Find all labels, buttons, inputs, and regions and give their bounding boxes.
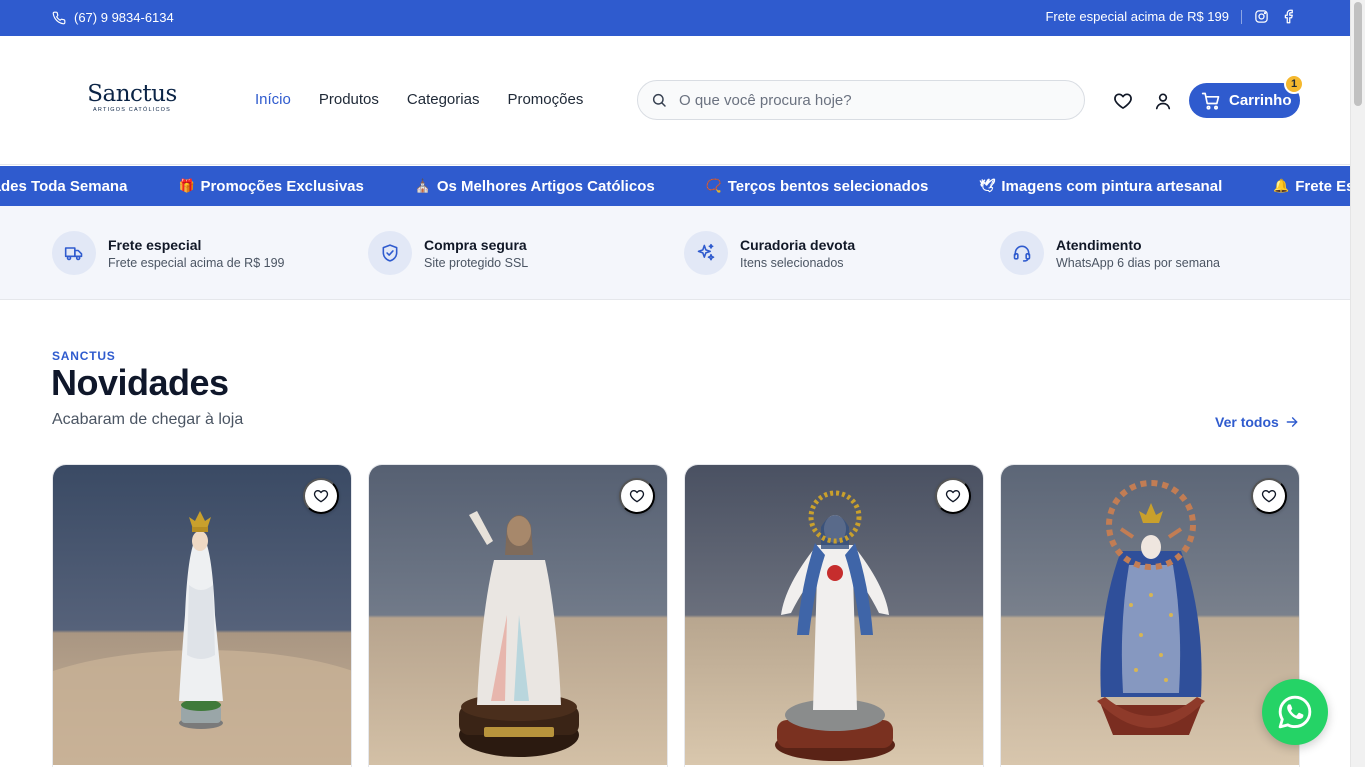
marquee-item: Novidades Toda Semana (0, 178, 127, 195)
feature-subtitle: Frete especial acima de R$ 199 (108, 255, 285, 270)
product-image-fatima (53, 465, 351, 765)
feature-title: Frete especial (108, 236, 202, 253)
nav-inicio[interactable]: Início (255, 91, 291, 108)
phone-number: (67) 9 9834-6134 (74, 10, 174, 25)
marquee-track: Novidades Toda Semana 🎁 Promoções Exclus… (0, 166, 1350, 206)
marquee-item: ⛪ Os Melhores Artigos Católicos (415, 178, 655, 195)
product-card[interactable] (684, 464, 984, 767)
heart-icon (313, 490, 329, 503)
instagram-icon (1255, 10, 1268, 23)
marquee-item: 🎁 Promoções Exclusivas (178, 178, 363, 195)
favorite-button[interactable] (303, 478, 339, 514)
feature-title: Curadoria devota (740, 236, 856, 253)
feature-subtitle: Itens selecionados (740, 255, 844, 270)
cart-button[interactable]: Carrinho 1 (1189, 74, 1304, 118)
search-input[interactable] (679, 91, 1059, 109)
marquee-text: Frete Especial (1295, 177, 1350, 195)
feature-icon-circle (52, 231, 96, 275)
section-title: Novidades (51, 362, 229, 403)
feature-title: Compra segura (424, 236, 527, 253)
top-bar: (67) 9 9834-6134 Frete especial acima de… (0, 0, 1350, 36)
marquee-text: Novidades Toda Semana (0, 177, 128, 195)
page: (67) 9 9834-6134 Frete especial acima de… (0, 0, 1365, 767)
feature-icon-circle (684, 231, 728, 275)
feature-subtitle: Site protegido SSL (424, 255, 529, 270)
product-image-immaculate-heart (685, 465, 983, 765)
see-all-link[interactable]: Ver todos (1215, 414, 1299, 430)
whatsapp-button[interactable] (1262, 679, 1328, 745)
marquee-text: Terços bentos selecionados (727, 177, 929, 195)
nav-categorias[interactable]: Categorias (407, 91, 480, 108)
church-icon: ⛪ (414, 178, 432, 193)
section-eyebrow: SANCTUS (52, 349, 116, 363)
page-scrollbar[interactable] (1350, 0, 1365, 767)
account-button[interactable] (1153, 91, 1173, 111)
feature-curation: Curadoria devota Itens selecionados (684, 231, 855, 275)
phone-icon (52, 11, 66, 24)
feature-icon-circle (368, 231, 412, 275)
gift-icon: 🎁 (178, 178, 195, 193)
whatsapp-icon (1278, 695, 1312, 729)
top-bar-right: Frete especial acima de R$ 199 (1045, 9, 1296, 24)
marquee-text: Imagens com pintura artesanal (1001, 177, 1223, 195)
facebook-link[interactable] (1281, 9, 1296, 24)
promo-marquee: Novidades Toda Semana 🎁 Promoções Exclus… (0, 166, 1350, 206)
nav-produtos[interactable]: Produtos (319, 91, 379, 108)
heart-icon (1261, 490, 1277, 503)
feature-title: Atendimento (1056, 236, 1142, 253)
shipping-notice: Frete especial acima de R$ 199 (1045, 9, 1229, 24)
logo-wordmark: Sanctus (87, 81, 177, 107)
product-image-divine-mercy (369, 465, 667, 765)
cart-count-badge: 1 (1284, 74, 1304, 94)
product-card[interactable] (368, 464, 668, 767)
cart-icon (1201, 92, 1220, 110)
favorite-button[interactable] (935, 478, 971, 514)
site-header: Sanctus ARTIGOS CATÓLICOS Início Produto… (0, 36, 1350, 165)
favorite-button[interactable] (619, 478, 655, 514)
feature-support: Atendimento WhatsApp 6 dias por semana (1000, 231, 1220, 275)
dove-icon: 🕊 (979, 178, 996, 193)
cart-label: Carrinho (1229, 92, 1292, 109)
marquee-item: 🕊 Imagens com pintura artesanal (979, 178, 1222, 195)
heart-icon (1114, 93, 1132, 109)
search-box (637, 80, 1085, 120)
main-nav: Início Produtos Categorias Promoções (255, 91, 583, 108)
sparkles-icon (697, 243, 715, 261)
logo-tagline: ARTIGOS CATÓLICOS (93, 107, 171, 113)
logo[interactable]: Sanctus ARTIGOS CATÓLICOS (87, 82, 177, 116)
favorite-button[interactable] (1251, 478, 1287, 514)
see-all-label: Ver todos (1215, 414, 1279, 430)
feature-shipping: Frete especial Frete especial acima de R… (52, 231, 284, 275)
marquee-item: 📿 Terços bentos selecionados (706, 178, 929, 195)
features-bar: Frete especial Frete especial acima de R… (0, 206, 1350, 300)
scrollbar-thumb[interactable] (1354, 2, 1362, 106)
rosary-icon: 📿 (705, 178, 722, 193)
user-icon (1155, 93, 1171, 110)
shield-check-icon (382, 244, 398, 262)
arrow-right-icon (1286, 417, 1298, 427)
feature-subtitle: WhatsApp 6 dias por semana (1056, 255, 1220, 270)
truck-icon (64, 247, 83, 261)
facebook-icon (1284, 9, 1293, 24)
heart-icon (945, 490, 961, 503)
feature-secure: Compra segura Site protegido SSL (368, 231, 528, 275)
product-image-aparecida (1001, 465, 1299, 765)
wishlist-button[interactable] (1113, 91, 1133, 111)
marquee-item: 🔔 Frete Especial (1273, 178, 1350, 195)
instagram-link[interactable] (1254, 9, 1269, 24)
heart-icon (629, 490, 645, 503)
feature-icon-circle (1000, 231, 1044, 275)
phone-contact[interactable]: (67) 9 9834-6134 (52, 10, 174, 25)
nav-promocoes[interactable]: Promoções (507, 91, 583, 108)
marquee-text: Os Melhores Artigos Católicos (436, 177, 655, 195)
bell-icon: 🔔 (1273, 178, 1290, 193)
headset-icon (1013, 245, 1031, 262)
divider (1241, 9, 1242, 24)
marquee-text: Promoções Exclusivas (200, 177, 364, 195)
product-card[interactable] (52, 464, 352, 767)
product-card[interactable] (1000, 464, 1300, 767)
search-icon (652, 93, 666, 107)
section-subtitle: Acabaram de chegar à loja (52, 411, 244, 428)
